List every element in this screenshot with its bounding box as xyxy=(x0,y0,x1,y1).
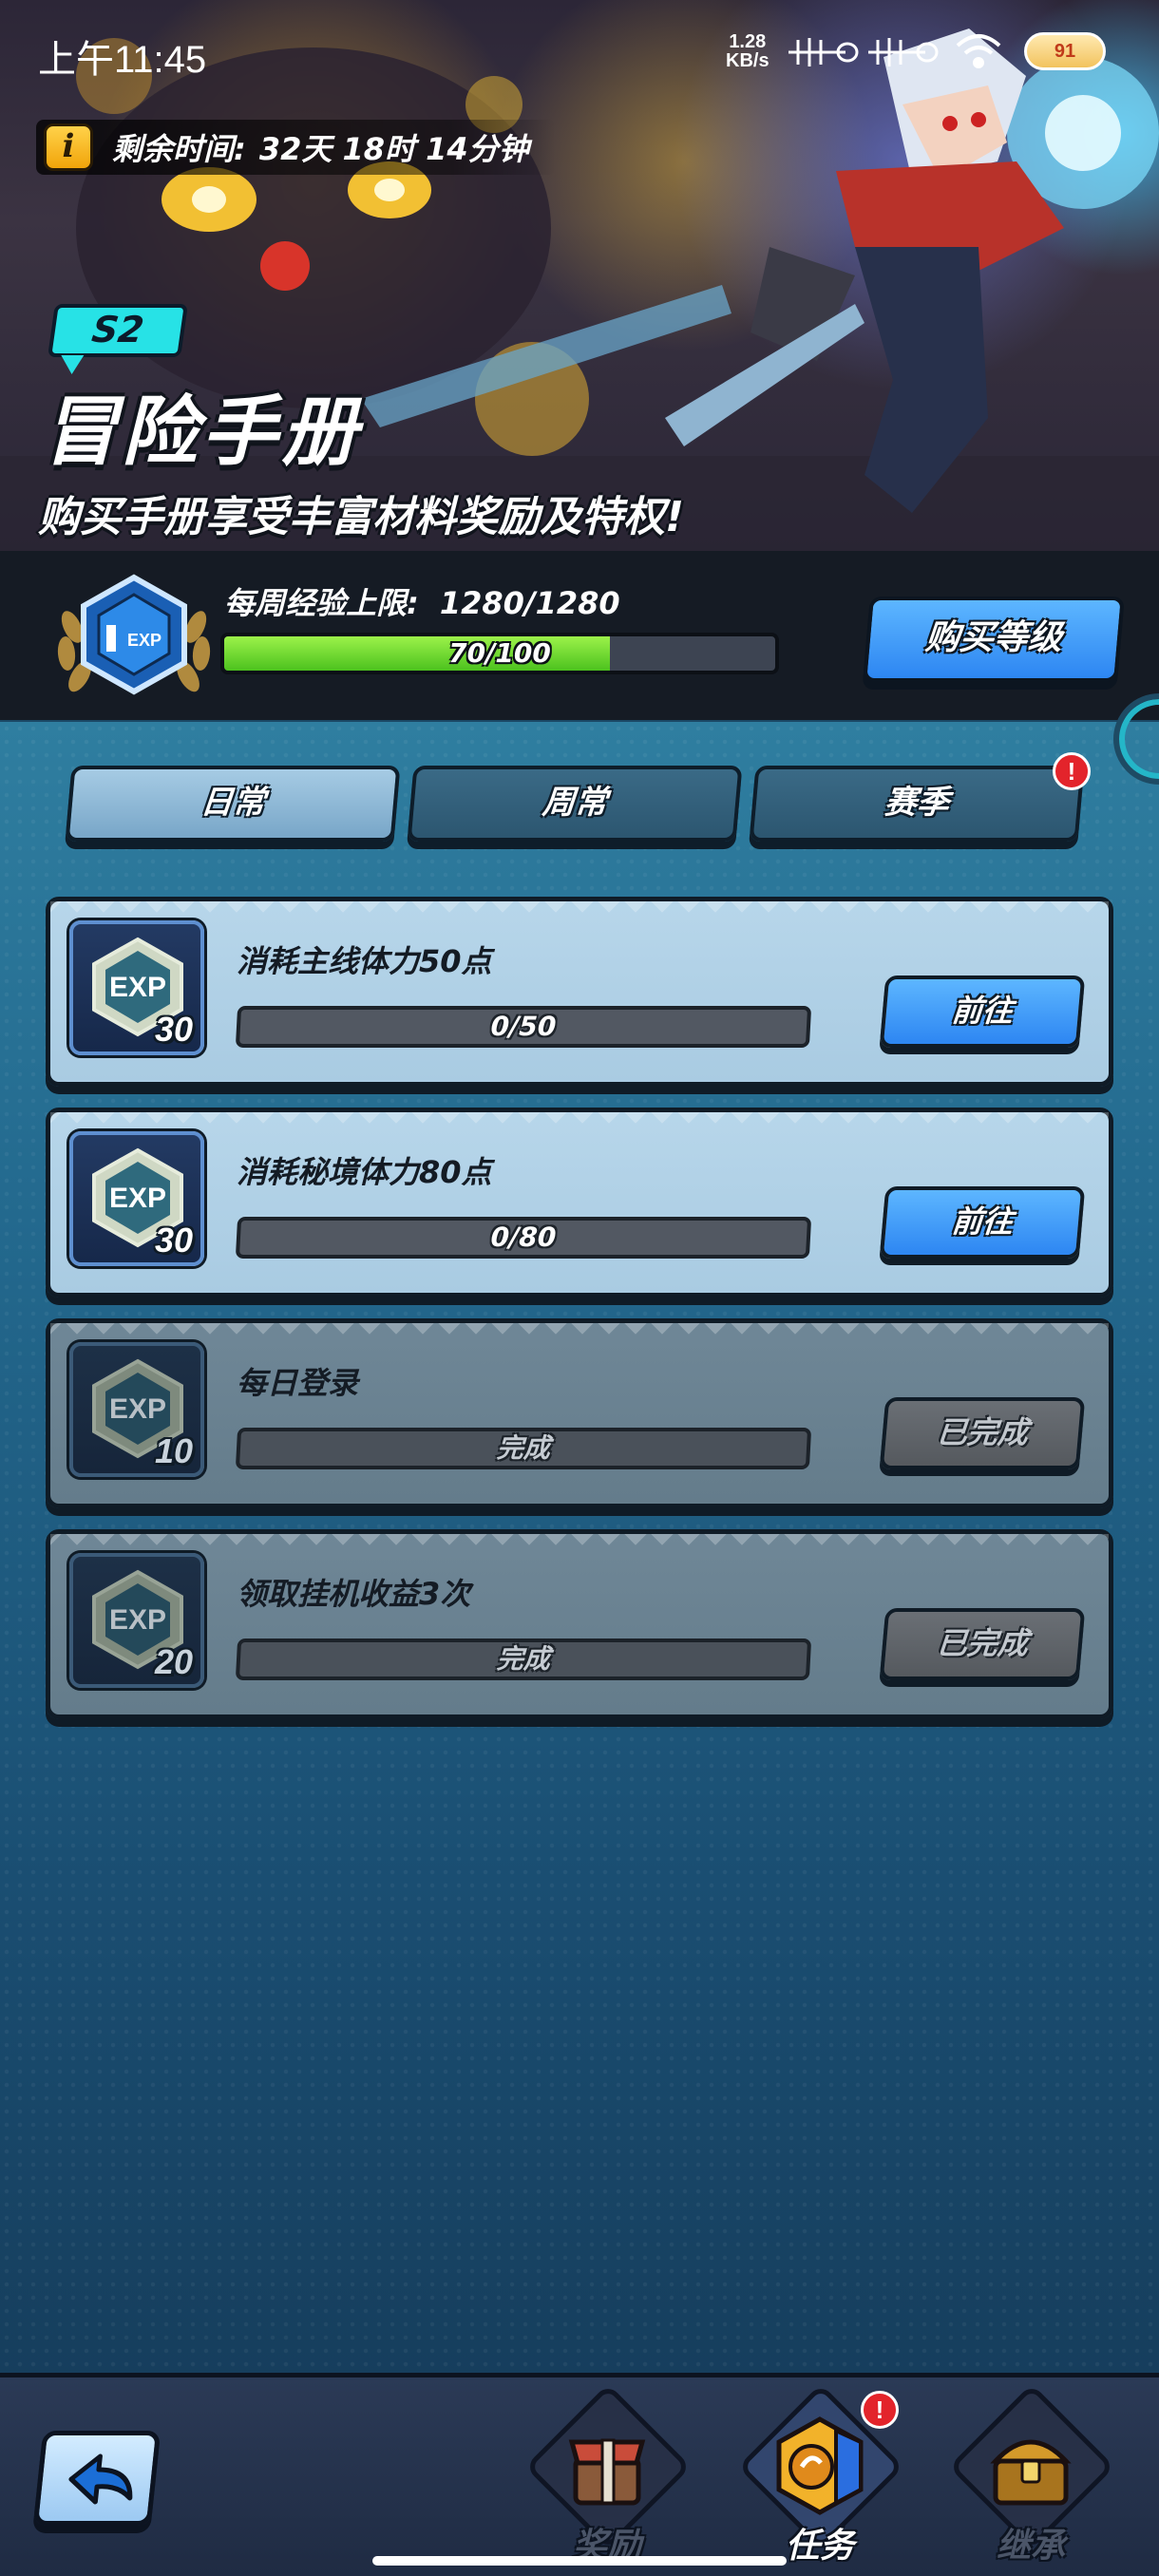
task-progress-bar: 完成 xyxy=(235,1638,812,1680)
task-progress-text: 完成 xyxy=(496,1432,551,1464)
task-progress-text: 完成 xyxy=(496,1643,551,1675)
exp-hex-text: EXP xyxy=(109,1183,166,1214)
exp-hex-text: EXP xyxy=(109,1393,166,1425)
xp-progress-bar: 70/100 xyxy=(220,633,779,674)
exp-badge: EXP 30 xyxy=(69,920,204,1055)
tab-season-alert-icon: ! xyxy=(1053,752,1091,790)
remaining-time-banner: i 剩余时间: 32天 18时 14分钟 xyxy=(36,120,556,175)
weekly-cap-value: 1280/1280 xyxy=(439,585,620,621)
task-card: EXP 10 每日登录 完成 已完成 xyxy=(46,1318,1113,1508)
nav-tasks-alert-icon: ! xyxy=(861,2391,899,2429)
exp-badge: EXP 20 xyxy=(69,1553,204,1688)
gift-chest-icon xyxy=(568,2438,646,2506)
tab-daily[interactable]: 日常 xyxy=(65,766,401,842)
task-progress-text: 0/50 xyxy=(489,1011,558,1042)
back-arrow-icon xyxy=(68,2453,133,2505)
fishbone-icon xyxy=(788,38,859,66)
wifi-icon xyxy=(956,34,1001,68)
exp-badge: EXP 30 xyxy=(69,1131,204,1266)
level-badge-text: EXP xyxy=(127,631,162,650)
task-name: 消耗主线体力50点 xyxy=(237,943,492,979)
nav-item-inherit[interactable]: 继承 xyxy=(940,2383,1121,2576)
task-go-button[interactable]: 前往 xyxy=(879,1186,1086,1259)
task-card: EXP 30 消耗秘境体力80点 0/80 前往 xyxy=(46,1108,1113,1297)
nav-item-rewards[interactable]: 奖励 xyxy=(517,2383,697,2576)
task-name: 每日登录 xyxy=(237,1365,359,1401)
home-indicator[interactable] xyxy=(372,2556,787,2566)
task-progress-bar: 0/50 xyxy=(235,1006,812,1048)
exp-value: 30 xyxy=(154,1010,193,1049)
page-subtitle: 购买手册享受丰富材料奖励及特权! xyxy=(38,493,685,541)
network-rate: 1.28 KB/s xyxy=(726,32,770,70)
tab-season[interactable]: 赛季 xyxy=(749,766,1085,842)
task-card: EXP 30 消耗主线体力50点 0/50 前往 xyxy=(46,897,1113,1087)
task-name: 消耗秘境体力80点 xyxy=(237,1154,492,1190)
network-rate-unit: KB/s xyxy=(726,50,770,71)
task-go-button[interactable]: 前往 xyxy=(879,975,1086,1048)
exp-value: 30 xyxy=(154,1221,193,1260)
back-button[interactable] xyxy=(32,2431,162,2526)
remaining-time-value: 32天 18时 14分钟 xyxy=(258,131,529,167)
buy-level-button[interactable]: 购买等级 xyxy=(863,597,1125,682)
status-time: 上午11:45 xyxy=(38,39,207,81)
task-completed-button[interactable]: 已完成 xyxy=(879,1608,1086,1680)
tab-weekly[interactable]: 周常 xyxy=(407,766,743,842)
task-card: EXP 20 领取挂机收益3次 完成 已完成 xyxy=(46,1529,1113,1719)
remaining-time-label: 剩余时间: xyxy=(112,131,246,167)
task-completed-button[interactable]: 已完成 xyxy=(879,1397,1086,1469)
level-badge: EXP xyxy=(57,574,211,695)
task-tabs: 日常 周常 赛季 ! xyxy=(65,752,1091,853)
season-tag: S2 xyxy=(48,304,188,357)
fishbone-icon xyxy=(868,38,939,66)
task-progress-bar: 0/80 xyxy=(235,1217,812,1259)
status-bar: 上午11:45 1.28 KB/s 91 xyxy=(0,0,1159,104)
nav-item-tasks[interactable]: ! 任务 xyxy=(730,2383,910,2576)
xp-progress-text: 70/100 xyxy=(448,637,551,669)
exp-hex-text: EXP xyxy=(109,972,166,1003)
task-name: 领取挂机收益3次 xyxy=(237,1576,471,1612)
treasure-chest-icon xyxy=(990,2439,1072,2506)
exp-value: 10 xyxy=(154,1431,193,1470)
level-strip: EXP 每周经验上限: 1280/1280 70/100 购买等级 xyxy=(0,551,1159,720)
hero-banner: 上午11:45 1.28 KB/s 91 i 剩余时间: 32天 18时 14分… xyxy=(0,0,1159,551)
page-title: 冒险手册 xyxy=(42,388,361,476)
weekly-cap: 每周经验上限: 1280/1280 xyxy=(224,579,620,623)
weekly-cap-label: 每周经验上限: xyxy=(224,585,419,621)
network-rate-value: 1.28 xyxy=(729,31,767,52)
task-progress-text: 0/80 xyxy=(489,1222,558,1253)
battery-indicator: 91 xyxy=(1024,32,1106,70)
exp-hex-text: EXP xyxy=(109,1604,166,1636)
exp-badge: EXP 10 xyxy=(69,1342,204,1477)
info-icon: i xyxy=(44,123,93,171)
bottom-nav: 奖励 ! 任务 继承 xyxy=(0,2373,1159,2576)
quest-hex-icon xyxy=(776,2416,864,2515)
nav-item-label: 继承 xyxy=(996,2527,1065,2566)
task-progress-bar: 完成 xyxy=(235,1428,812,1469)
exp-value: 20 xyxy=(154,1642,193,1681)
